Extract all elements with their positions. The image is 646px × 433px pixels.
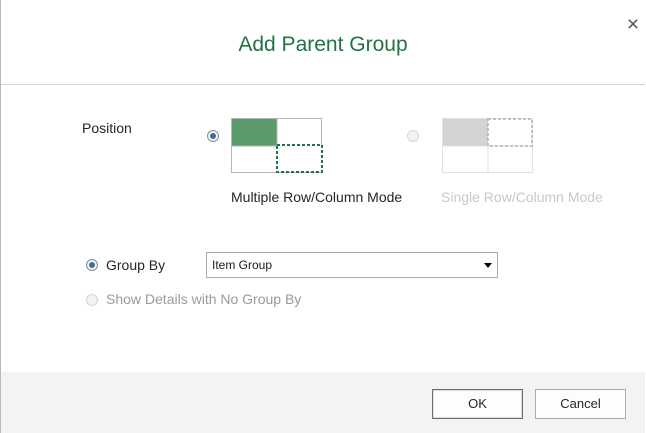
single-row-column-mode-icon[interactable] [442, 118, 535, 174]
group-by-radio[interactable] [86, 259, 98, 271]
dialog-title: Add Parent Group [238, 33, 408, 56]
add-parent-group-dialog: Add Parent Group × Position Multiple Row… [0, 0, 645, 433]
position-label: Position [82, 120, 132, 136]
multiple-mode-radio[interactable] [207, 130, 219, 142]
chevron-down-icon [484, 263, 492, 268]
title-divider [1, 84, 645, 85]
multiple-row-column-mode-icon[interactable] [231, 118, 324, 174]
no-group-label: Show Details with No Group By [106, 291, 302, 307]
multiple-mode-label: Multiple Row/Column Mode [231, 189, 403, 205]
close-icon[interactable]: × [624, 14, 642, 35]
single-mode-radio[interactable] [407, 130, 419, 142]
no-group-radio[interactable] [86, 294, 98, 306]
ok-button[interactable]: OK [432, 389, 523, 419]
group-by-select-value: Item Group [212, 258, 273, 272]
group-by-select[interactable]: Item Group [206, 252, 498, 278]
single-mode-label: Single Row/Column Mode [441, 189, 603, 205]
group-by-label: Group By [106, 257, 166, 273]
cancel-button[interactable]: Cancel [535, 389, 626, 419]
